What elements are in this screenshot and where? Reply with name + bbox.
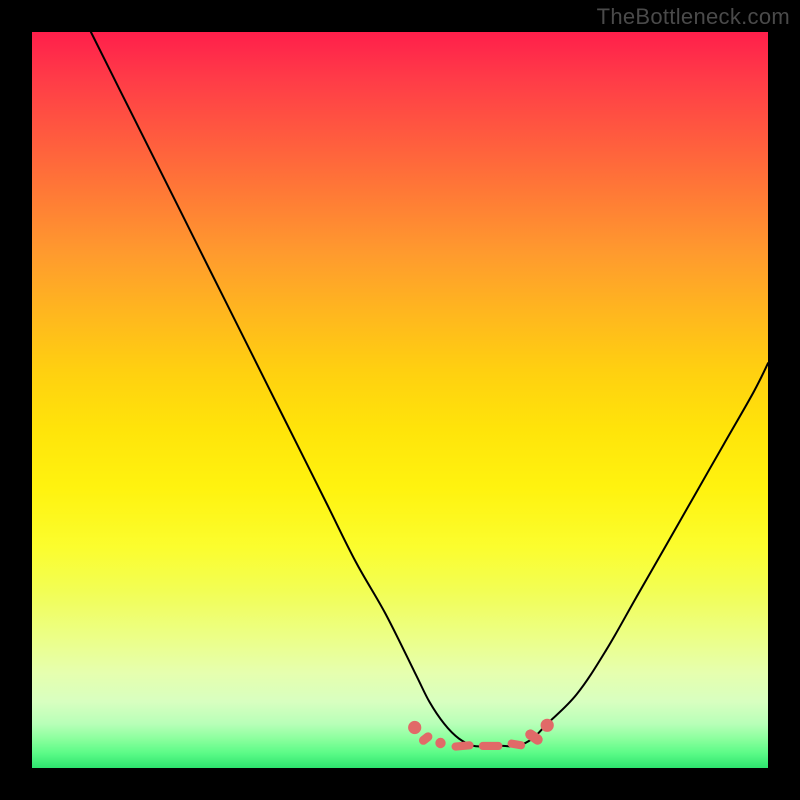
chart-overlay	[32, 32, 768, 768]
highlight-pill	[507, 739, 526, 750]
plot-area	[32, 32, 768, 768]
highlight-markers	[408, 719, 554, 751]
highlight-pill	[451, 741, 474, 751]
highlight-pill	[479, 742, 503, 750]
highlight-dot	[435, 738, 445, 748]
highlight-dot	[541, 719, 554, 732]
watermark-text: TheBottleneck.com	[597, 4, 790, 30]
bottleneck-curve	[91, 32, 768, 746]
highlight-pill	[417, 731, 434, 747]
chart-frame: TheBottleneck.com	[0, 0, 800, 800]
highlight-dot	[408, 721, 421, 734]
